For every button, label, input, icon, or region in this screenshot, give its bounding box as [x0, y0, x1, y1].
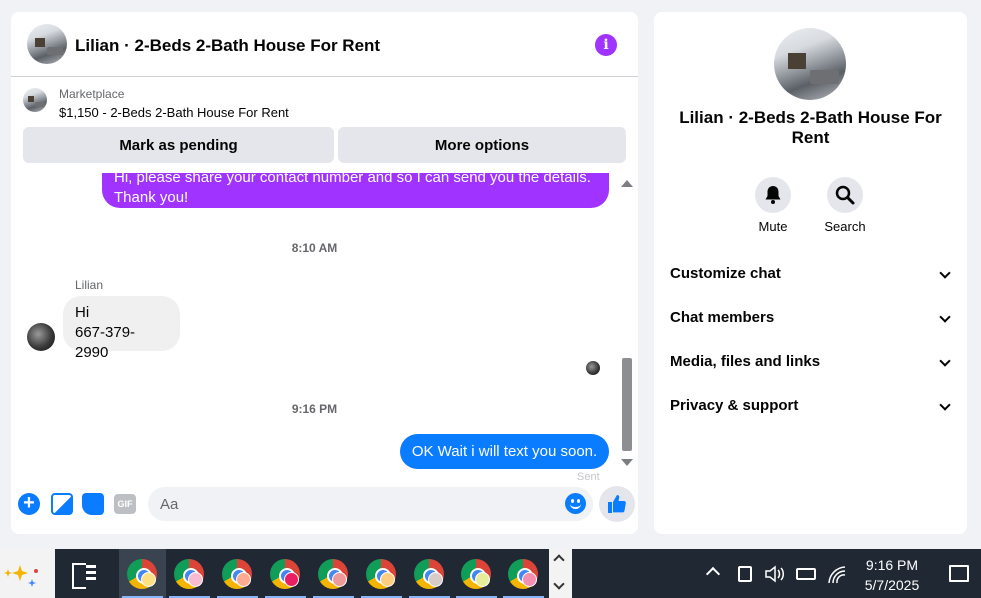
info-title: Lilian · 2-Beds 2-Bath House For Rent [679, 108, 942, 147]
like-button[interactable] [599, 486, 635, 522]
message-list: Hi, please share your contact number and… [11, 173, 638, 483]
chevron-down-icon [939, 267, 951, 279]
task-view-icon[interactable] [72, 563, 96, 589]
chevron-down-icon[interactable] [553, 578, 565, 590]
chevron-down-icon [939, 311, 951, 323]
sender-avatar[interactable] [27, 323, 55, 351]
chrome-icon[interactable] [453, 549, 500, 598]
info-icon[interactable]: i [595, 34, 617, 56]
scroll-thumb[interactable] [622, 358, 632, 451]
action-button[interactable] [827, 177, 863, 213]
chrome-icon[interactable] [310, 549, 357, 598]
gif-icon[interactable]: GIF [114, 494, 136, 514]
notification-icon[interactable] [949, 565, 969, 582]
message-composer: + GIF [11, 483, 638, 534]
scroll-down-arrow[interactable] [621, 459, 633, 466]
more-options-button[interactable]: More options [338, 127, 626, 163]
start-area[interactable] [0, 549, 55, 598]
read-receipt-avatar [586, 361, 600, 375]
section-label: Chat members [670, 309, 775, 326]
battery-icon[interactable] [796, 568, 816, 580]
action-label: Search [824, 219, 866, 234]
section-label: Customize chat [670, 265, 781, 282]
clock-date: 5/7/2025 [864, 577, 920, 593]
chrome-icon[interactable] [119, 549, 166, 598]
outgoing-message-bubble[interactable]: Hi, please share your contact number and… [102, 173, 609, 208]
section-privacy-support[interactable]: Privacy & support [670, 397, 951, 421]
chrome-icon[interactable] [500, 549, 547, 598]
message-timestamp: 9:16 PM [291, 402, 338, 416]
chevron-down-icon [939, 355, 951, 367]
section-label: Privacy & support [670, 397, 799, 414]
chevron-up-icon[interactable] [553, 554, 565, 566]
info-avatar[interactable] [774, 28, 846, 100]
plus-icon[interactable]: + [18, 493, 40, 515]
sender-name: Lilian [75, 278, 104, 292]
incoming-message-bubble[interactable]: Hi 667-379-2990 [63, 296, 180, 361]
emoji-icon[interactable] [565, 493, 586, 514]
listing-title[interactable]: $1,150 - 2-Beds 2-Bath House For Rent [59, 105, 289, 120]
camera-icon[interactable] [738, 566, 752, 582]
chrome-icon[interactable] [262, 549, 309, 598]
conversation-avatar[interactable] [27, 24, 67, 64]
sticker-icon[interactable] [82, 493, 104, 515]
listing-label: Marketplace [59, 87, 125, 101]
image-icon[interactable] [51, 493, 73, 515]
message-input[interactable] [148, 487, 593, 521]
listing-thumbnail[interactable] [23, 88, 47, 112]
conversation-title[interactable]: Lilian · 2-Beds 2-Bath House For Rent [75, 36, 380, 56]
chat-header: Lilian · 2-Beds 2-Bath House For Rent i [11, 12, 638, 77]
search-action[interactable]: Search [815, 177, 875, 234]
chrome-icon[interactable] [358, 549, 405, 598]
scroll-up-arrow[interactable] [621, 180, 633, 187]
volume-icon[interactable] [764, 565, 786, 583]
section-label: Media, files and links [670, 353, 821, 370]
incoming-message-line: Hi [75, 304, 90, 321]
windows-taskbar: 9:16 PM 5/7/2025 [0, 549, 981, 598]
conversation-info-panel: Lilian · 2-Beds 2-Bath House For Rent Mu… [654, 12, 967, 534]
chat-panel: Lilian · 2-Beds 2-Bath House For Rent i … [11, 12, 638, 534]
chevron-down-icon [939, 399, 951, 411]
search-icon [835, 185, 855, 205]
wifi-icon[interactable] [828, 564, 846, 584]
section-chat-members[interactable]: Chat members [670, 309, 951, 333]
action-label: Mute [758, 219, 788, 234]
show-hidden-icons-icon[interactable] [705, 566, 721, 582]
chrome-icon[interactable] [166, 549, 213, 598]
section-customize-chat[interactable]: Customize chat [670, 265, 951, 289]
taskbar-scroll[interactable] [549, 549, 572, 598]
mark-as-pending-button[interactable]: Mark as pending [23, 127, 334, 163]
message-timestamp: 8:10 AM [291, 241, 338, 255]
chrome-icon[interactable] [214, 549, 261, 598]
section-media-files-links[interactable]: Media, files and links [670, 353, 951, 377]
sparkle-icon [4, 565, 38, 587]
thumbs-up-icon [608, 495, 626, 513]
mute-action[interactable]: Mute [743, 177, 803, 234]
outgoing-message-bubble[interactable]: OK Wait i will text you soon. [400, 434, 609, 469]
message-scrollbar[interactable] [619, 180, 635, 482]
bell-icon [765, 186, 781, 204]
chrome-icon[interactable] [406, 549, 453, 598]
clock-time: 9:16 PM [865, 557, 919, 573]
incoming-message-line: 667-379-2990 [75, 324, 136, 361]
action-button[interactable] [755, 177, 791, 213]
sent-status: Sent [577, 471, 600, 483]
marketplace-listing: Marketplace $1,150 - 2-Beds 2-Bath House… [11, 78, 638, 173]
system-clock[interactable]: 9:16 PM 5/7/2025 [856, 555, 928, 595]
